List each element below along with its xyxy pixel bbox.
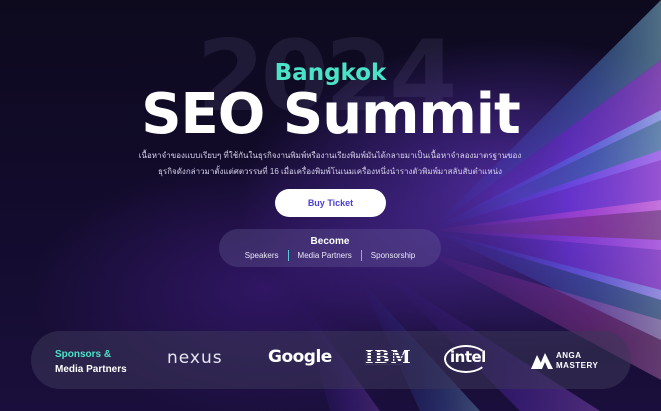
anga-mastery-mark-icon [531,353,553,369]
become-media-partners-link[interactable]: Media Partners [289,251,361,260]
description-line-2: ธุรกิจดังกล่าวมาตั้งแต่ศตวรรษที่ 16 เมื่… [158,167,502,176]
intel-logo[interactable]: intel [450,348,486,366]
anga-logo-line-2: MASTERY [556,361,599,370]
anga-logo-line-1: ANGA [556,351,582,360]
become-speakers-link[interactable]: Speakers [236,251,288,260]
partners-label-line-2: Media Partners [55,364,127,375]
google-logo[interactable]: Google [268,347,332,367]
become-panel: Become Speakers Media Partners Sponsorsh… [219,229,441,267]
event-description: เนื้อหาจำของแบบเรียบๆ ที่ใช้กันในธุรกิจง… [130,148,530,180]
partners-label: Sponsors & Media Partners [55,347,127,377]
become-sponsorship-link[interactable]: Sponsorship [362,251,424,260]
become-links: Speakers Media Partners Sponsorship [219,250,441,261]
become-title: Become [310,236,350,247]
anga-mastery-logo[interactable]: ANGA MASTERY [556,351,598,371]
partners-bar: Sponsors & Media Partners nexus Google I… [31,331,631,389]
description-line-1: เนื้อหาจำของแบบเรียบๆ ที่ใช้กันในธุรกิจง… [138,151,522,160]
nexus-logo[interactable]: nexus [167,348,223,368]
ibm-logo-stripes [365,350,403,367]
hero-section: 2024 Bangkok SEO Summit เนื้อหาจำของแบบเ… [0,0,661,411]
buy-ticket-button[interactable]: Buy Ticket [275,189,386,217]
partners-label-line-1: Sponsors & [55,349,112,360]
event-title: SEO Summit [141,82,521,147]
